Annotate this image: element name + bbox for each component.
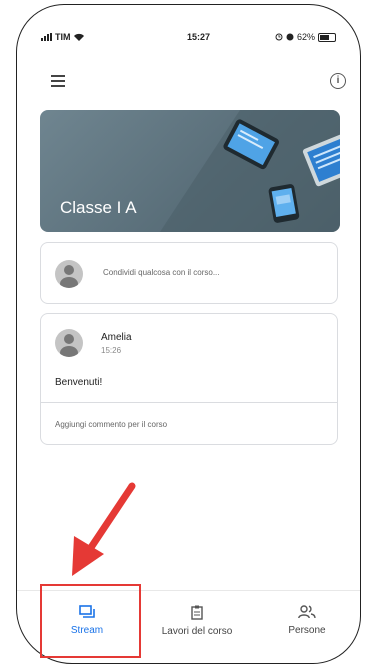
alarm-icon	[275, 33, 283, 41]
battery-icon	[318, 32, 336, 42]
info-icon[interactable]: i	[330, 73, 346, 89]
share-post-box[interactable]: Condividi qualcosa con il corso...	[40, 242, 338, 304]
nav-people-label: Persone	[288, 625, 326, 636]
classwork-icon	[191, 605, 203, 620]
wifi-icon	[73, 33, 84, 41]
nav-classwork-tab[interactable]: Lavori del corso	[142, 591, 252, 661]
post-divider	[41, 402, 337, 403]
status-time: 15:27	[187, 32, 211, 42]
class-title: Classe I A	[60, 198, 137, 217]
post-body: Benvenuti!	[55, 377, 103, 388]
highlight-box-annotation	[40, 584, 141, 658]
status-right: 62%	[275, 32, 336, 42]
status-bar: TIM 15:27 62%	[17, 5, 360, 45]
people-icon	[298, 605, 316, 619]
post-time: 15:26	[101, 346, 122, 355]
author-avatar	[55, 329, 83, 357]
share-placeholder: Condividi qualcosa con il corso...	[103, 268, 220, 277]
hamburger-menu-icon[interactable]	[51, 75, 65, 87]
comment-input[interactable]: Aggiungi commento per il corso	[55, 420, 167, 429]
nav-classwork-label: Lavori del corso	[161, 626, 233, 637]
post-author: Amelia	[101, 332, 132, 343]
red-arrow-annotation	[72, 482, 136, 576]
dnd-icon	[286, 33, 294, 41]
class-banner[interactable]: Classe I A	[40, 110, 340, 232]
top-app-bar: i	[17, 65, 360, 101]
battery-percent: 62%	[296, 32, 315, 42]
user-avatar	[55, 260, 83, 288]
status-left: TIM	[41, 32, 84, 42]
signal-icon	[41, 33, 52, 41]
carrier-label: TIM	[55, 32, 71, 42]
post-card: Amelia 15:26 Benvenuti! Aggiungi comment…	[40, 313, 338, 445]
nav-people-tab[interactable]: Persone	[262, 591, 352, 661]
